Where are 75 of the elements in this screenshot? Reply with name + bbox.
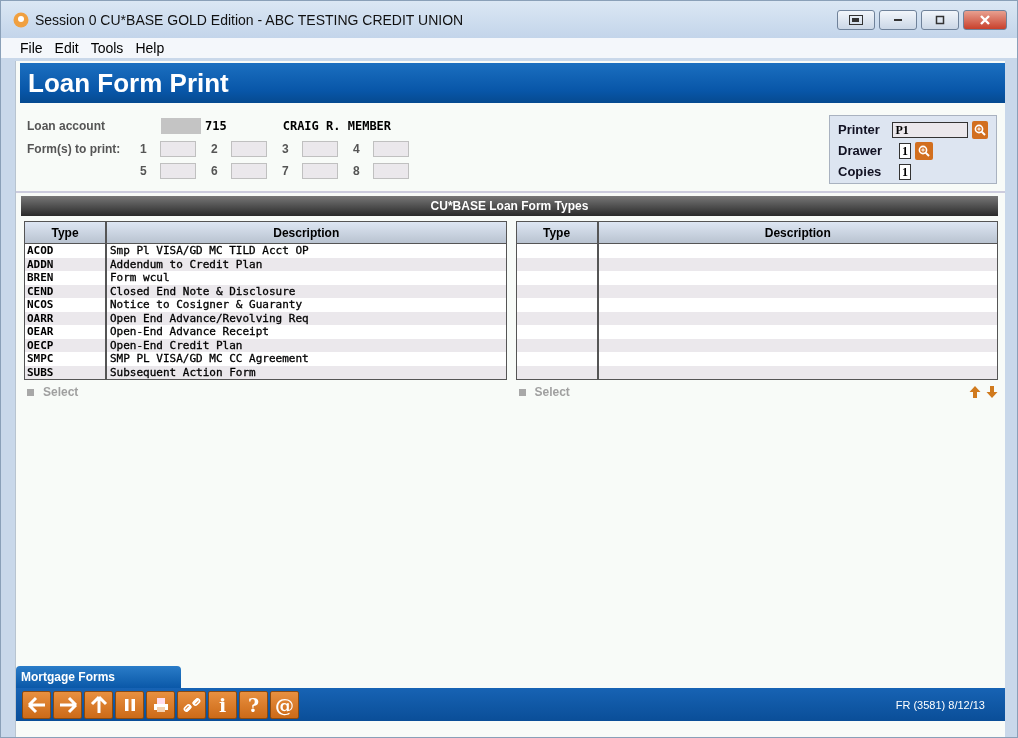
form-input-field[interactable] <box>230 163 267 179</box>
toolbar-button[interactable] <box>177 690 206 719</box>
window-option-button[interactable] <box>837 9 875 30</box>
printer-setting-field[interactable]: P1 <box>892 121 968 138</box>
column-header[interactable]: Description <box>598 222 997 243</box>
arrow-right-icon <box>57 694 78 715</box>
toolbar-button[interactable] <box>84 690 113 719</box>
form-input-field[interactable] <box>301 163 338 179</box>
printer-setting-field[interactable]: 1 <box>899 142 911 159</box>
field-number: 4 <box>353 142 360 156</box>
loan-account-field[interactable] <box>161 118 201 134</box>
arrow-left-icon <box>26 694 47 715</box>
app-logo-icon <box>13 11 29 28</box>
table-cell[interactable]: Open-End Advance Receipt <box>107 325 506 339</box>
field-label: Form(s) to print: <box>27 142 121 156</box>
minimize-button[interactable] <box>879 9 917 30</box>
arrow-up-icon <box>969 385 981 399</box>
field-number: 3 <box>282 142 289 156</box>
window-title: Session 0 CU*BASE GOLD Edition - ABC TESTING CREDIT UNION <box>35 11 464 28</box>
field-number: 8 <box>353 164 360 178</box>
toolbar-button[interactable] <box>22 690 51 719</box>
table-cell[interactable]: Open End Advance/Revolving Req <box>107 311 506 325</box>
table-cell[interactable]: SMP PL VISA/GD MC CC Agreement <box>107 352 506 366</box>
table-cell[interactable]: SUBS <box>25 365 107 379</box>
field-number: 6 <box>211 164 218 178</box>
table-cell[interactable]: Form wcul <box>107 271 506 285</box>
form-input-field[interactable] <box>159 163 196 179</box>
table-cell[interactable]: Closed End Note & Disclosure <box>107 284 506 298</box>
form-input-field[interactable] <box>372 141 409 157</box>
toolbar-button[interactable] <box>146 690 175 719</box>
table-cell[interactable]: Subsequent Action Form <box>107 365 506 379</box>
printer-setting-field[interactable]: 1 <box>899 163 911 180</box>
bottom-tab[interactable]: Mortgage Forms <box>16 666 181 688</box>
page-title: Loan Form Print <box>20 63 1005 103</box>
table-cell[interactable]: Open-End Credit Plan <box>107 338 506 352</box>
form-input-field[interactable] <box>230 141 267 157</box>
account-number: 715 <box>205 119 227 133</box>
arrow-up-icon <box>88 694 109 715</box>
toolbar-button[interactable] <box>53 690 82 719</box>
section-title: CU*BASE Loan Form Types <box>21 196 998 216</box>
toolbar-button[interactable] <box>115 690 144 719</box>
square-bullet-icon <box>518 388 526 396</box>
form-input-field[interactable] <box>372 163 409 179</box>
field-number: 7 <box>282 164 289 178</box>
magnifier-icon <box>973 123 986 136</box>
minimize-icon <box>894 18 902 21</box>
field-label: Drawer <box>838 143 884 158</box>
window-icon <box>849 14 863 25</box>
member-name: CRAIG R. MEMBER <box>282 119 392 133</box>
column-header[interactable]: Description <box>107 222 506 243</box>
menu-item[interactable]: Edit <box>54 40 79 56</box>
form-input-field[interactable] <box>159 141 196 157</box>
form-input-field[interactable] <box>301 141 338 157</box>
lookup-button[interactable] <box>971 120 988 139</box>
field-label: Copies <box>838 164 883 179</box>
field-label: Printer <box>838 122 881 137</box>
field-label: Loan account <box>27 119 106 133</box>
table-cell[interactable]: Smp Pl VISA/GD MC TILD Acct OP <box>107 244 506 258</box>
field-number: 1 <box>140 142 147 156</box>
magnifier-icon <box>918 144 930 157</box>
square-bullet-icon <box>27 388 34 396</box>
menu-item[interactable]: Help <box>135 40 165 56</box>
table-cell[interactable]: Addendum to Credit Plan <box>107 257 506 271</box>
close-button[interactable] <box>963 9 1007 30</box>
status-text: FR (3581) 8/12/13 <box>895 698 985 711</box>
table-cell[interactable]: Notice to Cosigner & Guaranty <box>107 298 506 312</box>
close-icon <box>980 14 990 25</box>
arrow-down-icon <box>986 385 998 399</box>
maximize-button[interactable] <box>921 9 959 30</box>
field-number: 5 <box>140 164 147 178</box>
maximize-icon <box>935 14 945 25</box>
menu-item[interactable]: File <box>20 40 43 56</box>
field-number: 2 <box>211 142 218 156</box>
menu-item[interactable]: Tools <box>90 40 124 56</box>
lookup-button[interactable] <box>915 141 933 160</box>
